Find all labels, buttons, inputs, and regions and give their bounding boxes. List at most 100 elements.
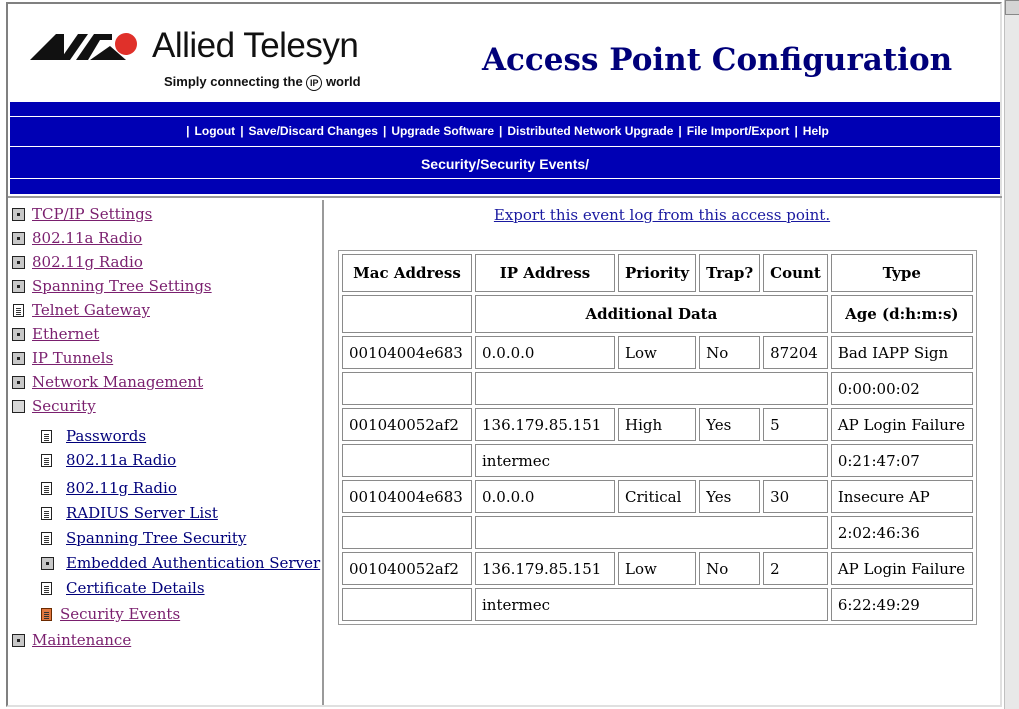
- nav-bar: | Logout | Save/Discard Changes | Upgrade Sof…: [10, 102, 1000, 194]
- nav-divider-bottom: [10, 178, 1000, 179]
- tree-label[interactable]: 802.11a Radio: [66, 451, 176, 469]
- allied-telesyn-logo-mark-icon: [30, 33, 137, 60]
- ip-circle-icon: IP: [306, 74, 323, 91]
- tree-label[interactable]: 802.11g Radio: [66, 479, 177, 497]
- nav-separator: |: [240, 124, 244, 138]
- cell-count: 30: [763, 480, 828, 513]
- document-icon: [41, 582, 52, 595]
- document-icon: [41, 482, 52, 495]
- cell-additional: [475, 372, 828, 405]
- cell-ip: 136.179.85.151: [475, 552, 615, 585]
- folder-icon: [12, 634, 25, 647]
- col-count: Count: [763, 254, 828, 292]
- table-row-detail: intermec 6:22:49:29: [342, 588, 973, 621]
- cell-type: Bad IAPP Sign: [830, 336, 973, 369]
- tree-label[interactable]: 802.11g Radio: [32, 253, 143, 271]
- tree-label[interactable]: Spanning Tree Security: [66, 529, 246, 547]
- nav-separator: |: [499, 124, 503, 138]
- cell-count: 5: [763, 408, 828, 441]
- cell-age: 0:21:47:07: [830, 444, 973, 477]
- breadcrumb: Security/Security Events/: [420, 156, 590, 172]
- cell-additional: intermec: [475, 588, 828, 621]
- col-type: Type: [830, 254, 973, 292]
- cell-ip: 0.0.0.0: [475, 336, 615, 369]
- folder-icon: [12, 376, 25, 389]
- nav-logout[interactable]: Logout: [195, 124, 236, 138]
- nav-separator: |: [382, 124, 387, 138]
- nav-distributed-upgrade[interactable]: Distributed Network Upgrade: [507, 124, 673, 138]
- header-divider: [8, 196, 1002, 198]
- page-header: Allied Telesyn Simply connecting the IP …: [10, 8, 1000, 102]
- folder-icon: [12, 280, 25, 293]
- table-row-detail: intermec 0:21:47:07: [342, 444, 973, 477]
- tree-label[interactable]: Telnet Gateway: [32, 301, 150, 319]
- cell-mac: 001040052af2: [342, 408, 472, 441]
- brand-tagline: Simply connecting the IP world: [164, 74, 361, 91]
- nav-save-discard[interactable]: Save/Discard Changes: [249, 124, 378, 138]
- nav-help[interactable]: Help: [803, 124, 829, 138]
- tree-label[interactable]: Certificate Details: [66, 579, 205, 597]
- table-row-detail: 0:00:00:02: [342, 372, 973, 405]
- tree-label[interactable]: Ethernet: [32, 325, 99, 343]
- nav-file-import-export[interactable]: File Import/Export: [687, 124, 790, 138]
- cell-count: 87204: [763, 336, 828, 369]
- cell-trap: No: [699, 336, 761, 369]
- empty-cell: [342, 444, 472, 477]
- tree-label[interactable]: TCP/IP Settings: [32, 205, 152, 223]
- nav-divider-top: [10, 116, 1000, 117]
- cell-age: 6:22:49:29: [830, 588, 973, 621]
- col-additional-data: Additional Data: [475, 295, 828, 333]
- folder-icon: [41, 557, 54, 570]
- export-log-link[interactable]: Export this event log from this access p…: [326, 206, 998, 224]
- scroll-up-arrow-icon[interactable]: [1005, 0, 1019, 15]
- tree-label[interactable]: Spanning Tree Settings: [32, 277, 212, 295]
- cell-priority: High: [618, 408, 697, 441]
- document-icon-active: [41, 608, 52, 621]
- table-row: 001040052af2 136.179.85.151 Low No 2 AP …: [342, 552, 973, 585]
- table-subheader-row: Additional Data Age (d:h:m:s): [342, 295, 973, 333]
- cell-trap: Yes: [699, 480, 761, 513]
- cell-ip: 136.179.85.151: [475, 408, 615, 441]
- cell-age: 0:00:00:02: [830, 372, 973, 405]
- tree-label[interactable]: Embedded Authentication Server: [66, 554, 320, 572]
- cell-additional: intermec: [475, 444, 828, 477]
- tree-label[interactable]: Network Management: [32, 373, 203, 391]
- cell-type: AP Login Failure: [830, 408, 973, 441]
- folder-icon: [12, 208, 25, 221]
- cell-ip: 0.0.0.0: [475, 480, 615, 513]
- empty-cell: [342, 516, 472, 549]
- cell-mac: 00104004e683: [342, 336, 472, 369]
- tagline-pre: Simply connecting the: [164, 74, 303, 89]
- tree-label[interactable]: 802.11a Radio: [32, 229, 142, 247]
- nav-separator: |: [678, 124, 682, 138]
- empty-cell: [342, 295, 472, 333]
- col-mac: Mac Address: [342, 254, 472, 292]
- tree-label[interactable]: Security: [32, 397, 96, 415]
- empty-cell: [342, 588, 472, 621]
- page-title: Access Point Configuration: [482, 42, 953, 78]
- folder-icon: [12, 328, 25, 341]
- tree-label[interactable]: IP Tunnels: [32, 349, 113, 367]
- table-header-row: Mac Address IP Address Priority Trap? Co…: [342, 254, 973, 292]
- nav-separator: |: [186, 124, 190, 138]
- allied-telesyn-logo: Allied Telesyn Simply connecting the IP …: [30, 24, 410, 104]
- tree-label[interactable]: Passwords: [66, 427, 146, 445]
- brand-name: Allied Telesyn: [152, 26, 359, 65]
- folder-icon: [12, 232, 25, 245]
- cell-age: 2:02:46:36: [830, 516, 973, 549]
- cell-count: 2: [763, 552, 828, 585]
- tree-label[interactable]: RADIUS Server List: [66, 504, 218, 522]
- tree-label[interactable]: Maintenance: [32, 631, 131, 649]
- cell-mac: 001040052af2: [342, 552, 472, 585]
- tree-label[interactable]: Security Events: [60, 605, 180, 623]
- cell-type: Insecure AP: [830, 480, 973, 513]
- cell-priority: Low: [618, 336, 697, 369]
- document-icon: [41, 507, 52, 520]
- col-ip: IP Address: [475, 254, 615, 292]
- vertical-scrollbar[interactable]: [1004, 0, 1019, 709]
- col-priority: Priority: [618, 254, 697, 292]
- nav-upgrade-software[interactable]: Upgrade Software: [391, 124, 494, 138]
- table-row-detail: 2:02:46:36: [342, 516, 973, 549]
- col-age: Age (d:h:m:s): [830, 295, 973, 333]
- col-trap: Trap?: [699, 254, 761, 292]
